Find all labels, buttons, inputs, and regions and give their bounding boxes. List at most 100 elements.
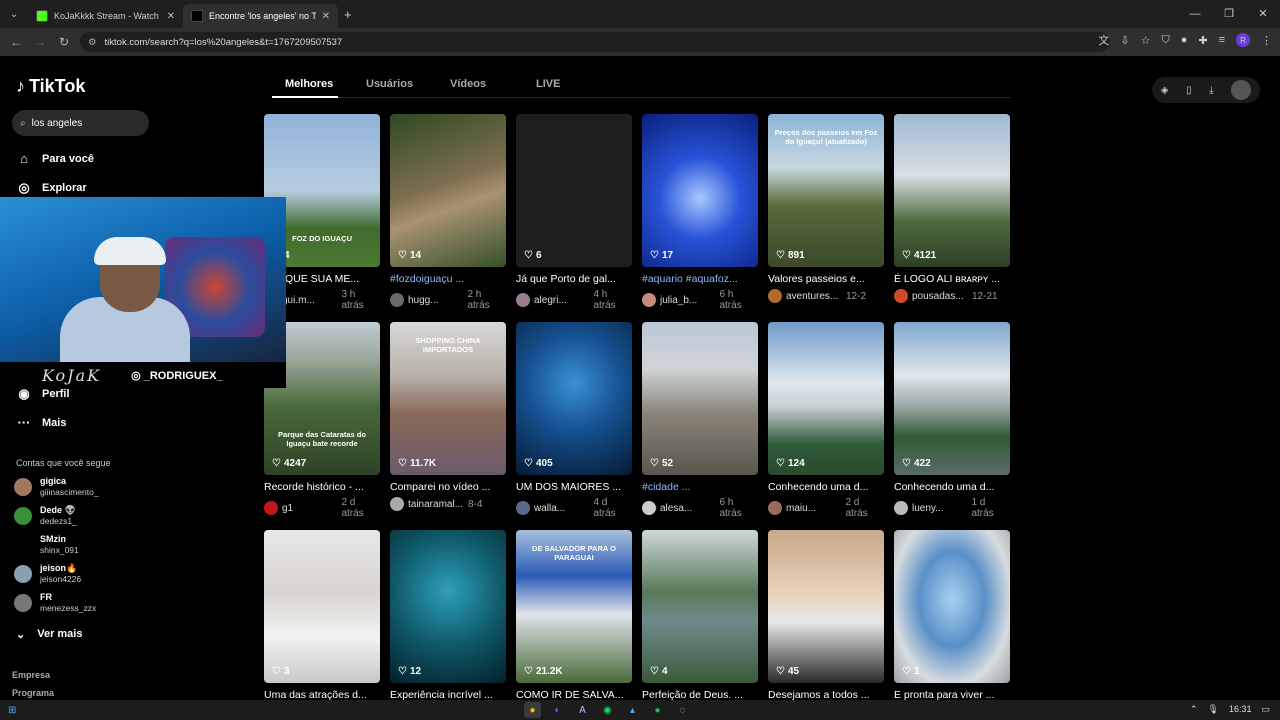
close-tab-icon[interactable]: ✕ xyxy=(322,11,330,22)
tab-best[interactable]: Melhores xyxy=(285,78,333,90)
avatar[interactable] xyxy=(390,497,404,511)
video-card[interactable]: Preços dos passeios em Foz do Iguaçu! (a… xyxy=(768,114,884,303)
avatar[interactable] xyxy=(768,289,782,303)
see-more-button[interactable]: ⌄ Ver mais xyxy=(16,628,82,641)
arc-taskbar-icon[interactable]: A xyxy=(574,702,591,718)
new-tab-button[interactable]: + xyxy=(344,7,352,22)
obs-taskbar-icon[interactable]: ◌ xyxy=(674,702,691,718)
video-card[interactable]: SHOPPING CHINA IMPORTADOS ♡ 11.7K Comparei … xyxy=(390,322,506,511)
video-thumbnail[interactable]: ♡ 17 xyxy=(642,114,758,267)
extension-icon[interactable]: ● xyxy=(1181,34,1188,46)
followed-account[interactable]: SMzin shinx_091 xyxy=(14,534,79,556)
video-caption[interactable]: COMO IR DE SALVA... xyxy=(516,689,632,700)
sidebar-item-for-you[interactable]: ⌂ Para você xyxy=(16,151,94,166)
sidebar-item-profile[interactable]: ◉ Perfil xyxy=(16,386,69,402)
install-app-icon[interactable]: ⇩ xyxy=(1120,34,1129,47)
close-tab-icon[interactable]: ✕ xyxy=(167,11,175,22)
video-caption[interactable]: #cidade ... xyxy=(642,481,758,493)
author-name[interactable]: alesa... xyxy=(660,503,715,514)
site-info-icon[interactable]: ⚙ xyxy=(88,37,97,48)
avatar[interactable] xyxy=(642,293,656,307)
video-card[interactable]: ♡ 45 Desejamos a todos ... xyxy=(768,530,884,700)
video-card[interactable]: ♡ 405 UM DOS MAIORES ... walla... 4 d atrá… xyxy=(516,322,632,519)
chrome-taskbar-icon[interactable]: ● xyxy=(524,702,541,718)
video-card[interactable]: ♡ 52 #cidade ... alesa... 6 h atrás xyxy=(642,322,758,519)
terminal-taskbar-icon[interactable]: ▴ xyxy=(624,702,641,718)
video-thumbnail[interactable]: Preços dos passeios em Foz do Iguaçu! (a… xyxy=(768,114,884,267)
notifications-icon[interactable]: ▭ xyxy=(1261,704,1270,715)
video-caption[interactable]: #aquario #aquafoz... xyxy=(642,273,758,285)
bookmark-star-icon[interactable]: ☆ xyxy=(1141,34,1151,47)
video-thumbnail[interactable]: DE SALVADOR PARA O PARAGUAI ♡ 21.2K xyxy=(516,530,632,683)
video-card[interactable]: DE SALVADOR PARA O PARAGUAI ♡ 21.2K COMO IR… xyxy=(516,530,632,700)
avatar[interactable] xyxy=(894,289,908,303)
video-card[interactable]: ♡ 3 Uma das atrações d... xyxy=(264,530,380,700)
author-name[interactable]: gui.m... xyxy=(282,295,337,306)
author-name[interactable]: g1 xyxy=(282,503,337,514)
video-caption[interactable]: Perfeição de Deus. ... xyxy=(642,689,758,700)
followed-account[interactable]: FR menezess_zzx xyxy=(14,592,96,614)
video-card[interactable]: ♡ 1 E pronta para viver ... xyxy=(894,530,1010,700)
video-thumbnail[interactable]: ♡ 14 xyxy=(390,114,506,267)
footer-link-company[interactable]: Empresa xyxy=(12,670,50,680)
reload-icon[interactable]: ↻ xyxy=(52,35,76,49)
browser-tab[interactable]: Encontre 'los angeles' no TikTok ✕ xyxy=(183,4,338,28)
tab-users[interactable]: Usuários xyxy=(366,78,413,90)
media-icon[interactable]: ≡ xyxy=(1219,34,1225,46)
video-thumbnail[interactable]: ♡ 422 xyxy=(894,322,1010,475)
avatar[interactable] xyxy=(894,501,908,515)
video-thumbnail[interactable]: SHOPPING CHINA IMPORTADOS ♡ 11.7K xyxy=(390,322,506,475)
back-icon[interactable]: ← xyxy=(4,35,28,49)
avatar[interactable] xyxy=(516,501,530,515)
microphone-icon[interactable]: 🎙 xyxy=(1208,704,1219,715)
video-caption[interactable]: Experiência incrível ... xyxy=(390,689,506,700)
video-thumbnail[interactable]: ♡ 124 xyxy=(768,322,884,475)
profile-avatar[interactable]: R xyxy=(1236,33,1250,47)
windows-start-icon[interactable]: ⊞ xyxy=(8,705,16,716)
video-thumbnail[interactable]: ♡ 4121 xyxy=(894,114,1010,267)
video-card[interactable]: ♡ 17 #aquario #aquafoz... julia_b... 6 h a… xyxy=(642,114,758,311)
author-name[interactable]: pousadas... xyxy=(912,291,968,302)
video-caption[interactable]: Uma das atrações d... xyxy=(264,689,380,700)
video-thumbnail[interactable]: ♡ 45 xyxy=(768,530,884,683)
video-caption[interactable]: E pronta para viver ... xyxy=(894,689,1010,700)
author-name[interactable]: hugg... xyxy=(408,295,463,306)
tab-live[interactable]: LIVE xyxy=(536,78,560,90)
avatar[interactable] xyxy=(264,501,278,515)
menu-icon[interactable]: ⋮ xyxy=(1261,34,1272,47)
video-card[interactable]: ♡ 124 Conhecendo uma d... maiu... 2 d atrá… xyxy=(768,322,884,519)
followed-account[interactable]: gigica giiinascimento_ xyxy=(14,476,99,498)
url-bar[interactable]: ⚙ tiktok.com/search?q=los%20angeles&t=17… xyxy=(80,32,1110,52)
tab-search-icon[interactable]: ⌄ xyxy=(0,9,28,20)
author-name[interactable]: julia_b... xyxy=(660,295,715,306)
tab-videos[interactable]: Vídeos xyxy=(450,78,486,90)
browser-tab[interactable]: KoJaKkkk Stream - Watch Live o ✕ xyxy=(28,4,183,28)
forward-icon[interactable]: → xyxy=(28,35,52,49)
spotify-taskbar-icon[interactable]: ● xyxy=(649,702,666,718)
avatar[interactable] xyxy=(768,501,782,515)
author-name[interactable]: maiu... xyxy=(786,503,841,514)
video-caption[interactable]: É LOGO ALI ʙʀᴀʀᴘʏ ... xyxy=(894,273,1010,285)
avatar[interactable] xyxy=(390,293,404,307)
author-name[interactable]: alegri... xyxy=(534,295,589,306)
video-thumbnail[interactable]: ♡ 12 xyxy=(390,530,506,683)
tray-chevron-icon[interactable]: ⌃ xyxy=(1190,704,1198,715)
author-name[interactable]: tainaramal... xyxy=(408,499,464,510)
video-card[interactable]: ♡ 6 Já que Porto de gal... alegri... 4 h a… xyxy=(516,114,632,311)
followed-account[interactable]: jeison🔥 jeison4226 xyxy=(14,563,81,585)
avatar[interactable] xyxy=(642,501,656,515)
video-caption[interactable]: UM DOS MAIORES ... xyxy=(516,481,632,493)
sidebar-item-explore[interactable]: ◎ Explorar xyxy=(16,180,86,196)
video-card[interactable]: ♡ 422 Conhecendo uma d... lueny... 1 d atr… xyxy=(894,322,1010,519)
video-thumbnail[interactable]: ♡ 4 xyxy=(642,530,758,683)
coins-icon[interactable]: ◈ xyxy=(1161,85,1169,96)
video-thumbnail[interactable]: ♡ 3 xyxy=(264,530,380,683)
video-caption[interactable]: Conhecendo uma d... xyxy=(894,481,1010,493)
video-thumbnail[interactable]: ♡ 6 xyxy=(516,114,632,267)
download-icon[interactable]: ⤓ xyxy=(1209,85,1213,96)
video-caption[interactable]: #fozdoiguaçu ... xyxy=(390,273,506,285)
video-caption[interactable]: Recorde histórico - ... xyxy=(264,481,380,493)
video-caption[interactable]: Valores passeios e... xyxy=(768,273,884,285)
restore-button[interactable]: ❐ xyxy=(1212,0,1246,28)
video-card[interactable]: ♡ 4 Perfeição de Deus. ... xyxy=(642,530,758,700)
